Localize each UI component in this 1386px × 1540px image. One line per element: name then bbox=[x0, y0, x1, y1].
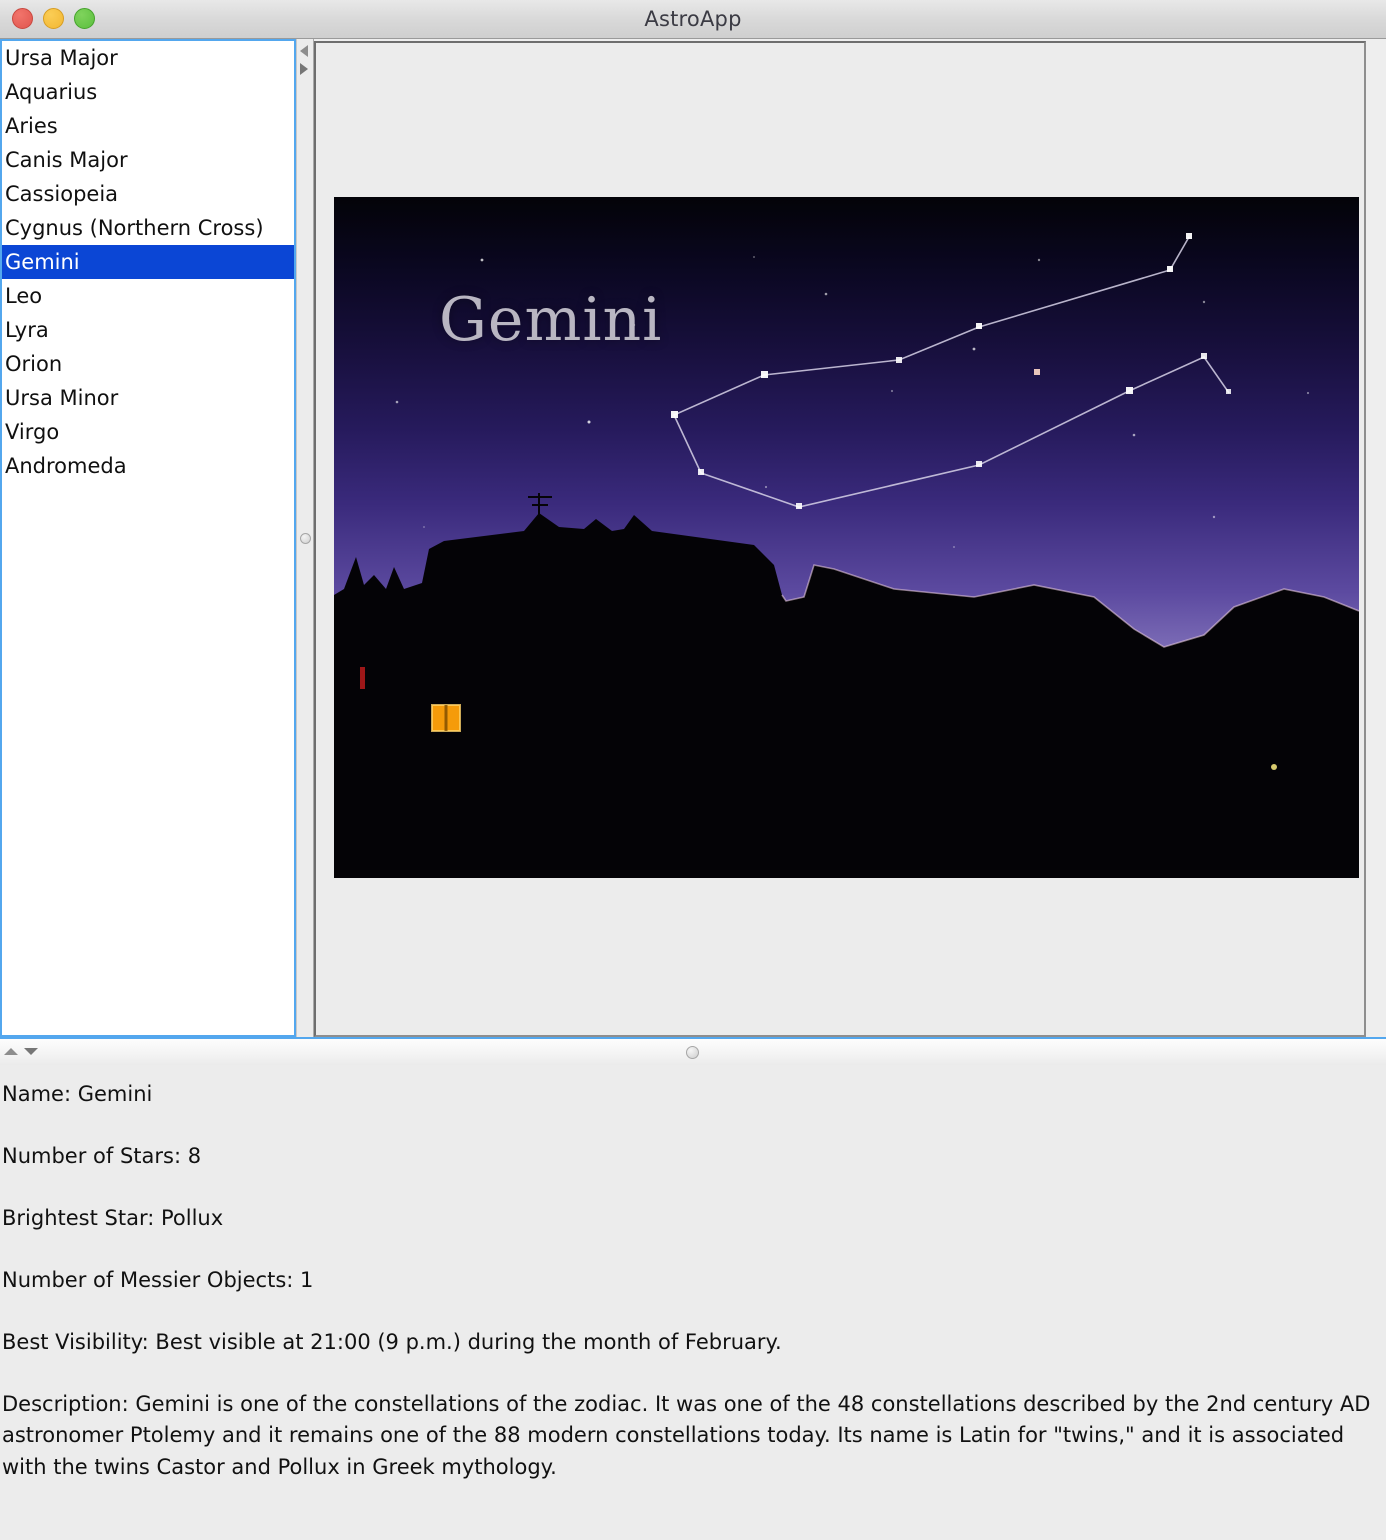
close-button[interactable] bbox=[12, 8, 33, 29]
info-brightest: Brightest Star: Pollux bbox=[2, 1205, 224, 1230]
list-item[interactable]: Leo bbox=[2, 279, 294, 313]
top-split-pane: Ursa Major Aquarius Aries Canis Major Cassio… bbox=[0, 39, 1386, 1037]
circle-grip-icon[interactable] bbox=[686, 1046, 699, 1059]
list-item[interactable]: Aries bbox=[2, 109, 294, 143]
horizontal-split-divider[interactable] bbox=[0, 1037, 1386, 1065]
info-messier: Number of Messier Objects: 1 bbox=[2, 1267, 314, 1292]
circle-grip-icon[interactable] bbox=[300, 533, 311, 544]
info-description: Description: Gemini is one of the conste… bbox=[2, 1391, 1371, 1480]
title-bar: AstroApp bbox=[0, 0, 1386, 39]
list-item[interactable]: Canis Major bbox=[2, 143, 294, 177]
constellation-list[interactable]: Ursa Major Aquarius Aries Canis Major Cassio… bbox=[0, 39, 296, 1037]
landscape-silhouette bbox=[334, 493, 1359, 878]
constellation-info-panel: Name: Gemini Number of Stars: 8 Brightes… bbox=[0, 1065, 1386, 1540]
vertical-split-divider[interactable] bbox=[296, 39, 314, 1037]
window-controls bbox=[12, 8, 95, 29]
triangle-down-icon[interactable] bbox=[24, 1048, 38, 1055]
list-item[interactable]: Cassiopeia bbox=[2, 177, 294, 211]
info-visibility: Best Visibility: Best visible at 21:00 (… bbox=[2, 1329, 782, 1354]
list-item[interactable]: Ursa Minor bbox=[2, 381, 294, 415]
info-star-count: Number of Stars: 8 bbox=[2, 1143, 202, 1168]
list-item[interactable]: Gemini bbox=[2, 245, 294, 279]
list-item[interactable]: Ursa Major bbox=[2, 41, 294, 75]
triangle-left-icon[interactable] bbox=[300, 45, 308, 57]
constellation-list-items: Ursa Major Aquarius Aries Canis Major Cassio… bbox=[2, 41, 294, 483]
list-item[interactable]: Cygnus (Northern Cross) bbox=[2, 211, 294, 245]
minimize-button[interactable] bbox=[43, 8, 64, 29]
maximize-button[interactable] bbox=[74, 8, 95, 29]
app-window: AstroApp Ursa Major Aquarius Aries Canis Ma… bbox=[0, 0, 1386, 1540]
list-item[interactable]: Aquarius bbox=[2, 75, 294, 109]
list-item[interactable]: Lyra bbox=[2, 313, 294, 347]
image-panel: Gemini bbox=[314, 41, 1366, 1037]
info-name: Name: Gemini bbox=[2, 1082, 153, 1106]
list-item[interactable]: Andromeda bbox=[2, 449, 294, 483]
window-title: AstroApp bbox=[644, 7, 742, 31]
list-item[interactable]: Orion bbox=[2, 347, 294, 381]
triangle-right-icon[interactable] bbox=[300, 63, 308, 75]
list-item[interactable]: Virgo bbox=[2, 415, 294, 449]
constellation-photo: Gemini bbox=[334, 197, 1359, 878]
triangle-up-icon[interactable] bbox=[4, 1048, 18, 1055]
